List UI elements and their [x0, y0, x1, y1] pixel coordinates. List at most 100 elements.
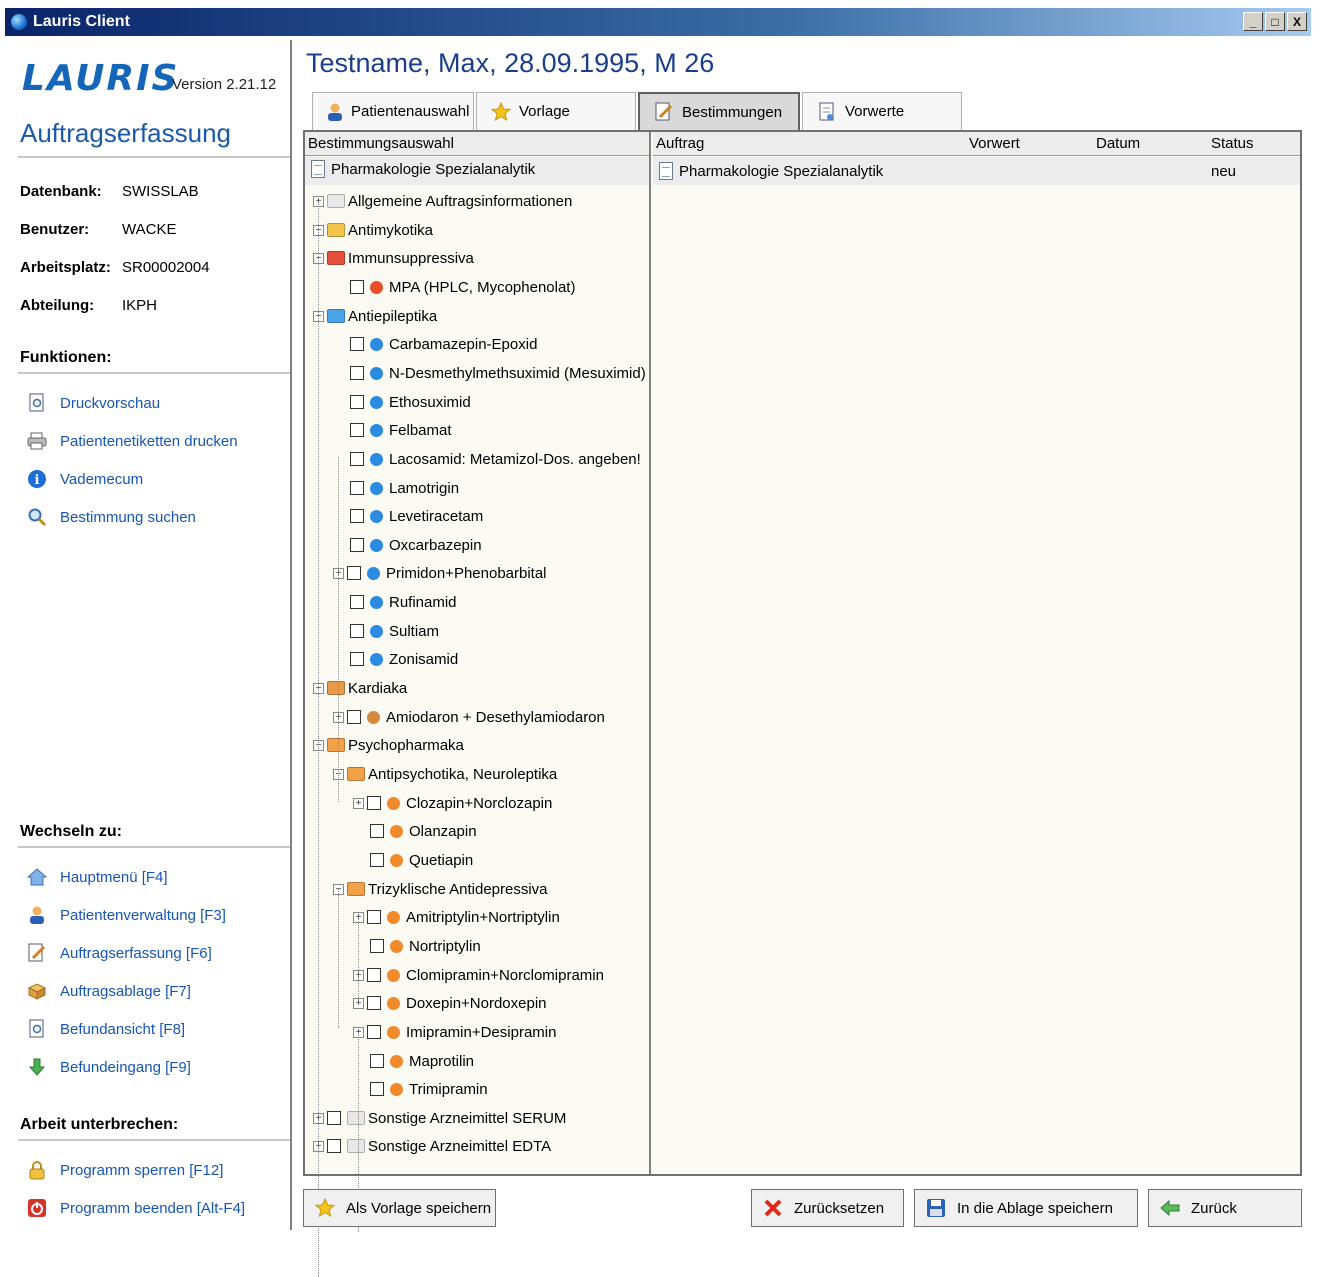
tree-item[interactable]: N-Desmethylmethsuximid (Mesuximid): [350, 361, 646, 385]
tab-bar: Patientenauswahl Vorlage Bestimmungen Vo…: [312, 92, 964, 130]
table-row[interactable]: Pharmakologie Spezialanalytik neu: [653, 157, 1300, 185]
folder-icon: [347, 882, 365, 896]
tree-item[interactable]: Levetiracetam: [350, 504, 483, 528]
tree-item[interactable]: Carbamazepin-Epoxid: [350, 332, 537, 356]
checkbox[interactable]: [350, 423, 364, 437]
tree-item[interactable]: Trimipramin: [370, 1077, 488, 1101]
tree-item[interactable]: Sultiam: [350, 619, 439, 643]
tree-item[interactable]: Olanzapin: [370, 819, 477, 843]
power-icon: [26, 1197, 48, 1219]
status-dot-icon: [370, 395, 383, 409]
link-druckvorschau[interactable]: Druckvorschau: [26, 392, 160, 414]
close-button[interactable]: X: [1287, 12, 1307, 31]
tree-item[interactable]: Maprotilin: [370, 1049, 474, 1073]
status-dot-icon: [367, 566, 380, 580]
checkbox[interactable]: [367, 1025, 381, 1039]
link-befundansicht[interactable]: Befundansicht [F8]: [26, 1018, 185, 1040]
tree-item[interactable]: + Primidon+Phenobarbital: [333, 561, 547, 585]
tree-item[interactable]: Oxcarbazepin: [350, 533, 482, 557]
link-patientenetiketten[interactable]: Patientenetiketten drucken: [26, 430, 238, 452]
tab-vorlage[interactable]: Vorlage: [476, 92, 636, 130]
checkbox[interactable]: [350, 624, 364, 638]
tab-bestimmungen[interactable]: Bestimmungen: [638, 92, 800, 130]
reset-button[interactable]: Zurücksetzen: [751, 1189, 904, 1227]
link-hauptmenue[interactable]: Hauptmenü [F4]: [26, 866, 168, 888]
checkbox[interactable]: [350, 280, 364, 294]
tree-item[interactable]: + Sonstige Arzneimittel SERUM: [313, 1106, 566, 1130]
checkbox[interactable]: [367, 796, 381, 810]
col-vorwert[interactable]: Vorwert: [969, 135, 1096, 152]
tree-item[interactable]: − Immunsuppressiva: [313, 246, 474, 270]
divider: [18, 372, 290, 374]
tab-vorwerte[interactable]: Vorwerte: [802, 92, 962, 130]
checkbox[interactable]: [347, 566, 361, 580]
checkbox[interactable]: [367, 996, 381, 1010]
checkbox[interactable]: [350, 538, 364, 552]
save-storage-button[interactable]: In die Ablage speichern: [914, 1189, 1138, 1227]
switch-heading: Wechseln zu:: [20, 823, 122, 840]
tree-item[interactable]: − Psychopharmaka: [313, 733, 464, 757]
expand-icon[interactable]: +: [353, 797, 364, 809]
link-auftragsablage[interactable]: Auftragsablage [F7]: [26, 980, 191, 1002]
link-bestimmung-suchen[interactable]: Bestimmung suchen: [26, 506, 196, 528]
checkbox[interactable]: [350, 366, 364, 380]
checkbox[interactable]: [327, 1139, 341, 1153]
tab-patientenauswahl[interactable]: Patientenauswahl: [312, 92, 474, 130]
tree-root[interactable]: Pharmakologie Spezialanalytik: [311, 160, 535, 178]
tree-item[interactable]: + Amiodaron + Desethylamiodaron: [333, 705, 605, 729]
tree-item[interactable]: Rufinamid: [350, 590, 457, 614]
tree-item[interactable]: Ethosuximid: [350, 390, 471, 414]
checkbox[interactable]: [370, 824, 384, 838]
tree-item[interactable]: − Antiepileptika: [313, 304, 437, 328]
checkbox[interactable]: [350, 337, 364, 351]
tree-item[interactable]: + Sonstige Arzneimittel EDTA: [313, 1134, 551, 1158]
tree-item[interactable]: Quetiapin: [370, 848, 473, 872]
tree-item[interactable]: + Clozapin+Norclozapin: [353, 791, 552, 815]
col-datum[interactable]: Datum: [1096, 135, 1211, 152]
checkbox[interactable]: [370, 853, 384, 867]
col-status[interactable]: Status: [1211, 135, 1254, 152]
checkbox[interactable]: [347, 710, 361, 724]
link-patientenverwaltung[interactable]: Patientenverwaltung [F3]: [26, 904, 226, 926]
link-befundeingang[interactable]: Befundeingang [F9]: [26, 1056, 191, 1078]
tree-item[interactable]: Lacosamid: Metamizol-Dos. angeben!: [350, 447, 641, 471]
tree-item[interactable]: − Antipsychotika, Neuroleptika: [333, 762, 557, 786]
checkbox[interactable]: [350, 595, 364, 609]
checkbox[interactable]: [350, 452, 364, 466]
tree-item[interactable]: Felbamat: [350, 418, 452, 442]
tree-item[interactable]: + Clomipramin+Norclomipramin: [353, 963, 604, 987]
tree-item[interactable]: Zonisamid: [350, 647, 458, 671]
link-programm-sperren[interactable]: Programm sperren [F12]: [26, 1159, 223, 1181]
maximize-button[interactable]: □: [1265, 12, 1285, 31]
checkbox[interactable]: [350, 395, 364, 409]
status-dot-icon: [390, 1082, 403, 1096]
link-vademecum[interactable]: i Vademecum: [26, 468, 143, 490]
checkbox[interactable]: [370, 1082, 384, 1096]
status-dot-icon: [387, 1025, 400, 1039]
link-programm-beenden[interactable]: Programm beenden [Alt-F4]: [26, 1197, 245, 1219]
checkbox[interactable]: [350, 481, 364, 495]
tree-item[interactable]: − Trizyklische Antidepressiva: [333, 877, 548, 901]
tree-item[interactable]: + Amitriptylin+Nortriptylin: [353, 905, 560, 929]
checkbox[interactable]: [327, 1111, 341, 1125]
tree-item[interactable]: + Imipramin+Desipramin: [353, 1020, 556, 1044]
back-button[interactable]: Zurück: [1148, 1189, 1302, 1227]
checkbox[interactable]: [370, 1054, 384, 1068]
tree-item[interactable]: Nortriptylin: [370, 934, 481, 958]
tree-item[interactable]: MPA (HPLC, Mycophenolat): [350, 275, 575, 299]
status-dot-icon: [370, 538, 383, 552]
checkbox[interactable]: [370, 939, 384, 953]
tree-item[interactable]: + Doxepin+Nordoxepin: [353, 991, 547, 1015]
tree-item[interactable]: − Kardiaka: [313, 676, 407, 700]
checkbox[interactable]: [350, 509, 364, 523]
tree-item[interactable]: + Allgemeine Auftragsinformationen: [313, 189, 572, 213]
checkbox[interactable]: [350, 652, 364, 666]
col-auftrag[interactable]: Auftrag: [653, 135, 969, 152]
save-template-button[interactable]: Als Vorlage speichern: [303, 1189, 496, 1227]
checkbox[interactable]: [367, 968, 381, 982]
tree-item[interactable]: Lamotrigin: [350, 476, 459, 500]
checkbox[interactable]: [367, 910, 381, 924]
tree-item[interactable]: − Antimykotika: [313, 218, 433, 242]
minimize-button[interactable]: _: [1243, 12, 1263, 31]
link-auftragserfassung[interactable]: Auftragserfassung [F6]: [26, 942, 212, 964]
